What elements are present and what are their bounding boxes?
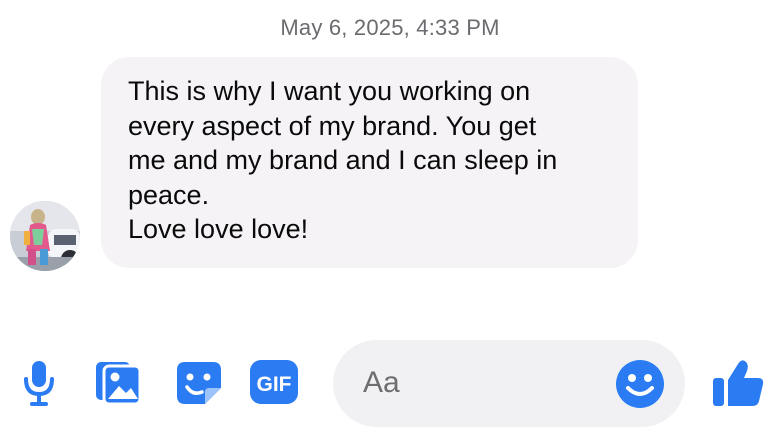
gif-label: GIF [257, 373, 292, 396]
microphone-icon [24, 361, 54, 406]
gif-button[interactable]: GIF [249, 358, 299, 408]
message-line: peace. [128, 179, 210, 210]
avatar-photo [10, 201, 80, 271]
sender-avatar[interactable] [10, 201, 80, 271]
like-button[interactable] [712, 358, 764, 408]
sticker-icon [177, 362, 221, 404]
message-line: Love love love! [128, 214, 309, 244]
message-bubble[interactable]: This is why I want you working on every … [101, 57, 638, 268]
chat-screen: May 6, 2025, 4:33 PM This is why I want … [0, 0, 776, 442]
photo-icon [96, 362, 142, 406]
gif-icon: GIF [250, 360, 298, 404]
message-input-placeholder: Aa [363, 366, 400, 399]
emoji-icon [616, 360, 664, 408]
message-line: This is why I want you working on [128, 76, 531, 106]
sticker-button[interactable] [175, 358, 223, 408]
message-line: every aspect of my brand. You get [128, 110, 537, 141]
photo-button[interactable] [95, 358, 143, 408]
microphone-button[interactable] [22, 358, 56, 408]
message-timestamp: May 6, 2025, 4:33 PM [280, 15, 500, 40]
thumbs-up-icon [713, 360, 764, 406]
message-composer: GIF Aa [0, 338, 776, 430]
emoji-button[interactable] [615, 359, 665, 409]
message-input[interactable]: Aa [333, 340, 685, 427]
message-line: me and my brand and I can sleep in [128, 145, 558, 175]
